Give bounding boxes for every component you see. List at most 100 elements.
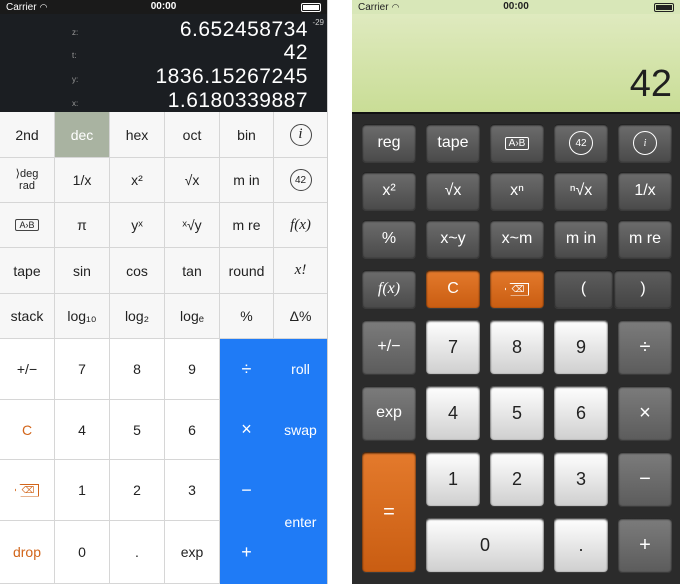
- status-bar: Carrier ◠ 00:00: [352, 0, 680, 14]
- key-swap-xy[interactable]: x~y: [426, 220, 480, 258]
- key-6[interactable]: 6: [554, 386, 608, 440]
- key-percent[interactable]: %: [362, 220, 416, 258]
- key-42[interactable]: 42: [554, 124, 608, 162]
- key-2[interactable]: 2: [490, 452, 544, 506]
- key-root-n[interactable]: ⁿ√x: [554, 172, 608, 210]
- key-decimal[interactable]: .: [554, 518, 608, 572]
- key-5[interactable]: 5: [110, 400, 165, 460]
- key-log2[interactable]: log₂: [110, 294, 165, 339]
- clock: 00:00: [503, 1, 529, 12]
- key-1[interactable]: 1: [426, 452, 480, 506]
- key-backspace[interactable]: ⌫: [490, 270, 544, 308]
- key-memory-recall[interactable]: m re: [220, 203, 274, 248]
- key-plus-minus[interactable]: +/−: [0, 339, 55, 400]
- key-pi[interactable]: π: [55, 203, 110, 248]
- key-memory-in[interactable]: m in: [220, 158, 274, 203]
- key-multiply[interactable]: ×: [220, 400, 274, 460]
- key-a-to-b[interactable]: A›B: [490, 124, 544, 162]
- key-info[interactable]: i: [274, 112, 327, 158]
- key-percent[interactable]: %: [220, 294, 274, 339]
- key-dec[interactable]: dec: [55, 112, 110, 158]
- key-decimal[interactable]: .: [110, 521, 165, 584]
- factorial-label: x!: [294, 262, 307, 278]
- key-subtract[interactable]: −: [618, 452, 672, 506]
- key-sqrt[interactable]: √x: [426, 172, 480, 210]
- key-round[interactable]: round: [220, 248, 274, 294]
- key-sqrt[interactable]: √x: [165, 158, 220, 203]
- key-3[interactable]: 3: [165, 460, 220, 521]
- key-2[interactable]: 2: [110, 460, 165, 521]
- key-open-paren[interactable]: (: [554, 270, 613, 308]
- key-tape[interactable]: tape: [426, 124, 480, 162]
- key-swap-xm[interactable]: x~m: [490, 220, 544, 258]
- key-roll[interactable]: roll: [274, 339, 327, 400]
- key-2nd[interactable]: 2nd: [0, 112, 55, 158]
- key-sin[interactable]: sin: [55, 248, 110, 294]
- key-add[interactable]: +: [618, 518, 672, 572]
- key-equals[interactable]: =: [362, 452, 416, 572]
- key-info[interactable]: i: [618, 124, 672, 162]
- key-4[interactable]: 4: [426, 386, 480, 440]
- key-stack[interactable]: stack: [0, 294, 55, 339]
- key-function[interactable]: f(x): [274, 203, 327, 248]
- key-square[interactable]: x²: [362, 172, 416, 210]
- key-3[interactable]: 3: [554, 452, 608, 506]
- key-power[interactable]: yˣ: [110, 203, 165, 248]
- key-exp[interactable]: exp: [165, 521, 220, 584]
- key-reciprocal[interactable]: 1/x: [55, 158, 110, 203]
- key-9[interactable]: 9: [165, 339, 220, 400]
- key-4[interactable]: 4: [55, 400, 110, 460]
- key-ln[interactable]: logₑ: [165, 294, 220, 339]
- key-subtract[interactable]: −: [220, 460, 274, 521]
- key-0[interactable]: 0: [426, 518, 544, 572]
- key-add[interactable]: +: [220, 521, 274, 584]
- key-tape[interactable]: tape: [0, 248, 55, 294]
- key-clear[interactable]: C: [426, 270, 480, 308]
- key-memory-recall[interactable]: m re: [618, 220, 672, 258]
- key-8[interactable]: 8: [490, 320, 544, 374]
- key-delta-percent[interactable]: Δ%: [274, 294, 327, 339]
- key-square[interactable]: x²: [110, 158, 165, 203]
- register-value: 6.652458734: [179, 18, 308, 41]
- key-swap[interactable]: swap: [274, 400, 327, 460]
- a-to-b-icon: A›B: [504, 136, 530, 150]
- key-5[interactable]: 5: [490, 386, 544, 440]
- key-tan[interactable]: tan: [165, 248, 220, 294]
- key-memory-in[interactable]: m in: [554, 220, 608, 258]
- key-plus-minus[interactable]: +/−: [362, 320, 416, 374]
- key-oct[interactable]: oct: [165, 112, 220, 158]
- key-7[interactable]: 7: [55, 339, 110, 400]
- key-8[interactable]: 8: [110, 339, 165, 400]
- key-a-to-b[interactable]: A›B: [0, 203, 55, 248]
- key-hex[interactable]: hex: [110, 112, 165, 158]
- key-exp[interactable]: exp: [362, 386, 416, 440]
- key-cos[interactable]: cos: [110, 248, 165, 294]
- key-42[interactable]: 42: [274, 158, 327, 203]
- clock: 00:00: [150, 1, 177, 12]
- key-root[interactable]: ˣ√y: [165, 203, 220, 248]
- key-enter[interactable]: enter: [274, 460, 327, 584]
- key-deg-rad[interactable]: ⟩deg rad: [0, 158, 55, 203]
- backspace-icon: ⌫: [14, 483, 40, 497]
- key-reciprocal[interactable]: 1/x: [618, 172, 672, 210]
- key-power-n[interactable]: xⁿ: [490, 172, 544, 210]
- key-close-paren[interactable]: ): [614, 270, 672, 308]
- key-1[interactable]: 1: [55, 460, 110, 521]
- register-value: 1.6180339887: [167, 89, 308, 112]
- key-7[interactable]: 7: [426, 320, 480, 374]
- key-clear[interactable]: C: [0, 400, 55, 460]
- key-multiply[interactable]: ×: [618, 386, 672, 440]
- key-6[interactable]: 6: [165, 400, 220, 460]
- key-factorial[interactable]: x!: [274, 248, 327, 294]
- key-reg[interactable]: reg: [362, 124, 416, 162]
- key-drop[interactable]: drop: [0, 521, 55, 584]
- key-divide[interactable]: ÷: [618, 320, 672, 374]
- key-function[interactable]: f(x): [362, 270, 416, 308]
- key-9[interactable]: 9: [554, 320, 608, 374]
- key-backspace[interactable]: ⌫: [0, 460, 55, 521]
- battery-icon: [654, 3, 674, 12]
- key-divide[interactable]: ÷: [220, 339, 274, 400]
- key-0[interactable]: 0: [55, 521, 110, 584]
- key-bin[interactable]: bin: [220, 112, 274, 158]
- key-log10[interactable]: log₁₀: [55, 294, 110, 339]
